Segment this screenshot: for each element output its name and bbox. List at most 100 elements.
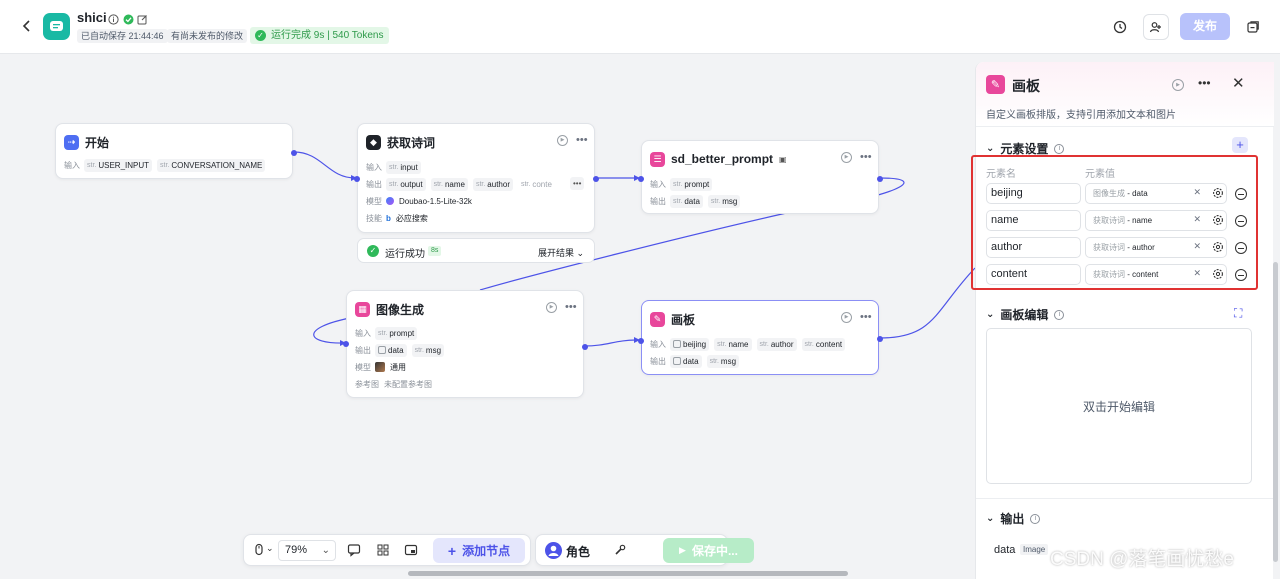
add-node-button[interactable]: + 添加节点 [433, 538, 525, 563]
type-tag: str. [804, 340, 814, 348]
board-icon: ✎ [986, 75, 1005, 94]
node-start[interactable]: ⇢ 开始 输入 str. USER_INPUT str. CONVERSATION_… [55, 123, 297, 179]
node-sd-better-prompt[interactable]: ☰ sd_better_prompt ▣ ▶ ••• 输入 str. prompt… [638, 140, 883, 214]
run-node-icon[interactable]: ▶ [557, 134, 568, 146]
row-label: 模型 [366, 196, 382, 206]
add-element-icon[interactable]: + [1232, 137, 1248, 153]
layout-grid-icon[interactable] [376, 543, 390, 557]
var-chip: data [670, 354, 702, 368]
var-name: beijing [683, 339, 707, 349]
run-node-icon[interactable]: ▶ [841, 151, 852, 163]
output-section-title[interactable]: ⌄ 输出 i [986, 510, 1041, 527]
run-node-icon[interactable]: ▶ [1172, 79, 1184, 91]
type-tag: str. [520, 180, 531, 188]
chevron-down-icon[interactable]: ⌄ [266, 543, 274, 554]
panel-header: ✎ 画板 ▶ ••• ✕ 自定义画板排版，支持引用添加文本和图片 [976, 62, 1274, 127]
node-image-gen[interactable]: ▦ 图像生成 ▶ ••• 输入 str. prompt 输出 data str. m… [343, 290, 588, 398]
info-icon[interactable]: i [1054, 309, 1065, 320]
publish-button[interactable]: 发布 [1180, 13, 1230, 40]
plugin-badge-icon: ▣ [779, 154, 787, 164]
var-chip: str. name [714, 337, 752, 351]
zoom-select[interactable]: 79% ⌄ [278, 540, 336, 561]
editor-section-title[interactable]: ⌄ 画板编辑 i [986, 306, 1065, 323]
comment-icon[interactable] [347, 543, 361, 557]
input-port[interactable] [638, 338, 644, 344]
var-name: data [388, 345, 404, 355]
image-type-icon [378, 346, 386, 354]
output-port[interactable] [877, 176, 883, 182]
section-label: 输出 [1000, 512, 1025, 526]
type-tag: str. [414, 346, 424, 354]
node-controls: ▶ ••• [841, 151, 872, 163]
row-label: 输入 [650, 179, 666, 189]
input-port[interactable] [638, 176, 644, 182]
info-icon[interactable] [106, 12, 120, 26]
run-node-icon[interactable]: ▶ [546, 301, 557, 313]
chevron-down-icon: ⌄ [321, 545, 330, 556]
edit-icon[interactable] [135, 12, 149, 26]
minimap-icon[interactable] [404, 543, 418, 557]
more-icon[interactable]: ••• [576, 134, 588, 146]
back-arrow-icon[interactable] [18, 17, 36, 35]
model-avatar-icon [375, 362, 385, 372]
close-icon[interactable]: ✕ [1232, 74, 1245, 92]
expand-result-button[interactable]: 展开结果 ⌄ [538, 246, 584, 259]
output-port[interactable] [291, 150, 297, 156]
run-success-text: 运行成功 [385, 249, 425, 260]
type-tag: str. [87, 161, 97, 169]
more-icon[interactable]: ••• [1198, 76, 1211, 90]
run-result-bar[interactable]: ✓ 运行成功 8s 展开结果 ⌄ [357, 238, 595, 263]
more-icon[interactable]: ••• [860, 311, 872, 323]
more-icon[interactable]: ••• [860, 151, 872, 163]
collaborators-icon[interactable] [1143, 14, 1169, 40]
node-config-panel: ✎ 画板 ▶ ••• ✕ 自定义画板排版，支持引用添加文本和图片 ⌄ 元素设置 … [975, 62, 1274, 579]
type-tag: str. [389, 180, 399, 188]
var-chip: str. input [386, 160, 421, 174]
role-save-toolbar: 角色 ▶ 保存中... [535, 534, 754, 566]
fullscreen-icon[interactable]: ⛶ [1234, 306, 1242, 321]
type-tag: str. [475, 180, 486, 188]
role-label[interactable]: 角色 [566, 543, 590, 560]
type-tag: str. [673, 180, 683, 188]
node-image-ref: 参考图 未配置参考图 [355, 377, 432, 391]
node-board-outputs: 输出 data str. msg [650, 354, 740, 368]
info-icon[interactable]: i [1030, 513, 1041, 524]
output-port[interactable] [593, 176, 599, 182]
info-icon[interactable]: i [1054, 143, 1065, 154]
more-icon[interactable]: ••• [565, 301, 577, 313]
var-chip: str. msg [707, 194, 741, 208]
run-status-tag[interactable]: ✓ 运行完成 9s | 540 Tokens [250, 27, 390, 44]
vertical-scrollbar[interactable] [1273, 262, 1278, 562]
node-fetch-poem[interactable]: ◆ 获取诗词 ▶ ••• 输入 str. input 输出 str. output … [354, 123, 599, 233]
var-chip: str. CONVERSATION_NAME [157, 158, 266, 172]
board-editor-area[interactable]: 双击开始编辑 [986, 328, 1252, 484]
chevron-down-icon: ⌄ [576, 248, 585, 258]
input-port[interactable] [343, 341, 349, 347]
var-name: msg [722, 196, 738, 206]
more-vars-icon[interactable]: ••• [570, 177, 585, 190]
var-name: output [400, 179, 423, 189]
history-icon[interactable] [1107, 14, 1133, 40]
var-chip: str. name [430, 177, 468, 191]
output-port[interactable] [877, 336, 883, 342]
node-board[interactable]: ✎ 画板 ▶ ••• 输入 beijing str. name str. autho… [638, 300, 883, 375]
horizontal-scrollbar[interactable] [408, 571, 848, 576]
var-name: msg [720, 356, 737, 366]
mouse-mode-icon[interactable] [252, 543, 266, 557]
node-board-header: ✎ 画板 [650, 310, 695, 328]
type-tag: str. [759, 340, 769, 348]
type-tag: str. [709, 357, 719, 365]
save-button[interactable]: ▶ 保存中... [663, 538, 754, 563]
copy-window-icon[interactable] [1240, 14, 1266, 40]
wrench-icon[interactable] [613, 543, 627, 557]
expand-label: 展开结果 [538, 248, 575, 258]
output-var-name: data [994, 544, 1016, 556]
skill-name: 必应搜索 [395, 213, 428, 223]
watermark: CSDN @落笔画忧愁e [1050, 549, 1234, 570]
input-port[interactable] [354, 176, 360, 182]
var-chip: str. author [756, 337, 797, 351]
row-label: 输出 [366, 179, 382, 189]
run-node-icon[interactable]: ▶ [841, 311, 852, 323]
output-port[interactable] [582, 344, 588, 350]
var-name: author [770, 339, 794, 349]
